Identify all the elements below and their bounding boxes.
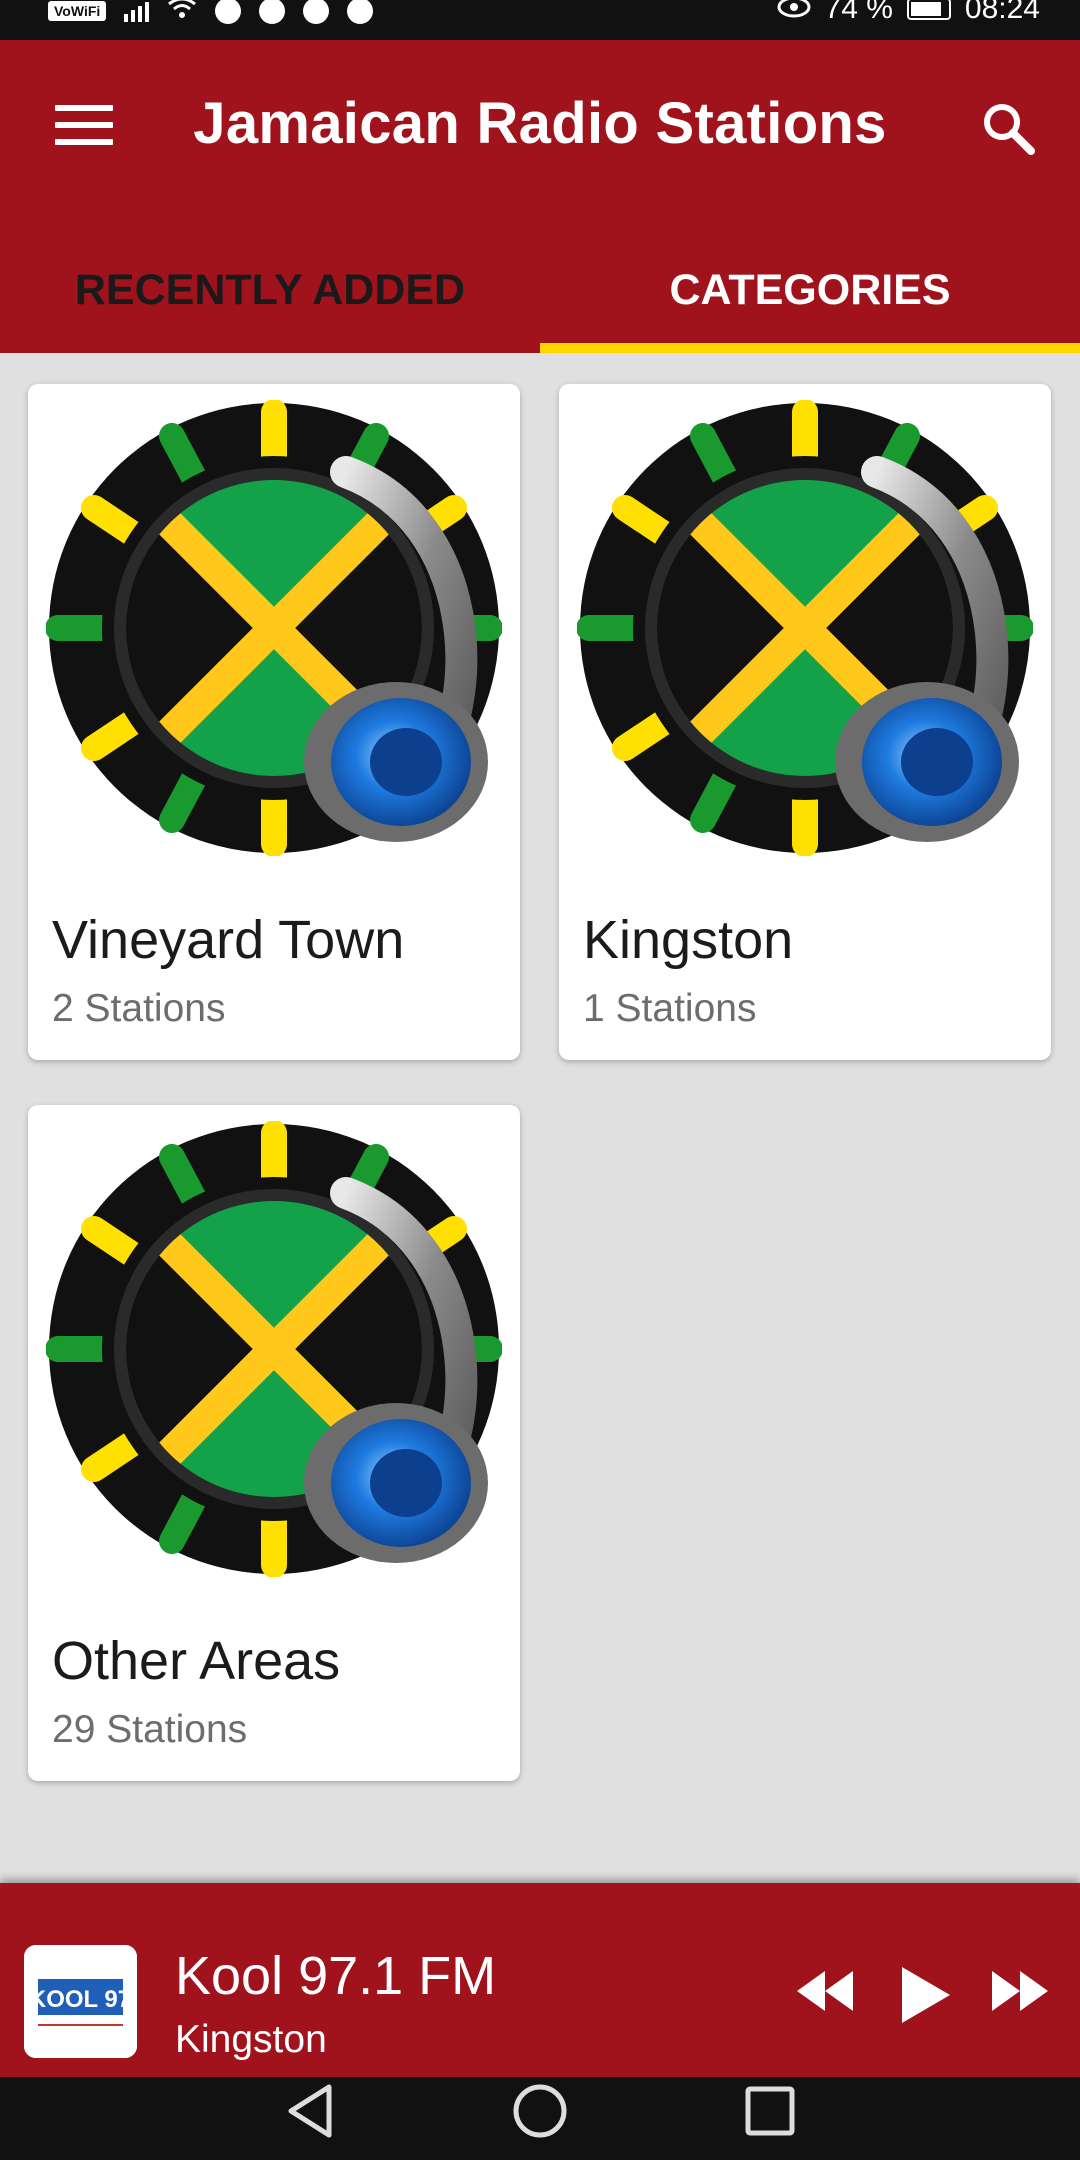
now-playing-title: Kool 97.1 FM bbox=[175, 1946, 497, 2006]
battery-icon bbox=[906, 0, 951, 20]
station-logo-text: KOOL 97 bbox=[29, 1986, 131, 2013]
eye-icon bbox=[777, 0, 811, 26]
play-icon[interactable] bbox=[900, 1965, 952, 2030]
jamaica-radio-logo-icon bbox=[46, 1121, 502, 1577]
status-bar: VoWiFi 74 % 08:24 bbox=[0, 0, 1080, 40]
category-card-vineyard-town[interactable]: Vineyard Town 2 Stations bbox=[28, 384, 520, 1060]
tab-categories[interactable]: CATEGORIES bbox=[540, 240, 1080, 353]
app-title: Jamaican Radio Stations bbox=[193, 91, 887, 156]
category-name: Kingston bbox=[583, 910, 794, 970]
signal-icon bbox=[124, 0, 150, 22]
wifi-icon bbox=[167, 0, 197, 28]
system-nav-bar bbox=[0, 2077, 1080, 2160]
status-left: VoWiFi bbox=[48, 0, 374, 28]
notification-icon bbox=[259, 0, 286, 24]
notification-icon bbox=[303, 0, 330, 24]
now-playing-bar[interactable]: KOOL 97 Kool 97.1 FM Kingston bbox=[0, 1883, 1080, 2077]
jamaica-radio-logo-icon bbox=[577, 400, 1033, 856]
jamaica-radio-logo-icon bbox=[46, 400, 502, 856]
back-icon[interactable] bbox=[285, 2079, 335, 2144]
category-name: Other Areas bbox=[52, 1631, 341, 1691]
notification-icon bbox=[347, 0, 374, 24]
notification-icon bbox=[215, 0, 242, 24]
now-playing-subtitle: Kingston bbox=[175, 2018, 327, 2061]
tab-recently-added[interactable]: RECENTLY ADDED bbox=[0, 240, 540, 353]
rewind-icon[interactable] bbox=[795, 1968, 855, 2019]
fast-forward-icon[interactable] bbox=[990, 1968, 1050, 2019]
status-time: 08:24 bbox=[964, 0, 1040, 25]
category-card-other-areas[interactable]: Other Areas 29 Stations bbox=[28, 1105, 520, 1781]
category-name: Vineyard Town bbox=[52, 910, 405, 970]
tab-bar: RECENTLY ADDED CATEGORIES bbox=[0, 240, 1080, 353]
status-right: 74 % 08:24 bbox=[777, 0, 1040, 26]
recents-icon[interactable] bbox=[744, 2079, 796, 2144]
category-station-count: 2 Stations bbox=[52, 987, 226, 1030]
category-station-count: 29 Stations bbox=[52, 1708, 248, 1751]
station-logo: KOOL 97 bbox=[24, 1945, 137, 2058]
search-icon[interactable] bbox=[978, 98, 1038, 158]
vowifi-badge: VoWiFi bbox=[48, 1, 107, 21]
home-icon[interactable] bbox=[512, 2079, 568, 2144]
app-bar: Jamaican Radio Stations RECENTLY ADDED C… bbox=[0, 40, 1080, 353]
category-card-kingston[interactable]: Kingston 1 Stations bbox=[559, 384, 1051, 1060]
category-station-count: 1 Stations bbox=[583, 987, 757, 1030]
battery-percent: 74 % bbox=[824, 0, 893, 25]
